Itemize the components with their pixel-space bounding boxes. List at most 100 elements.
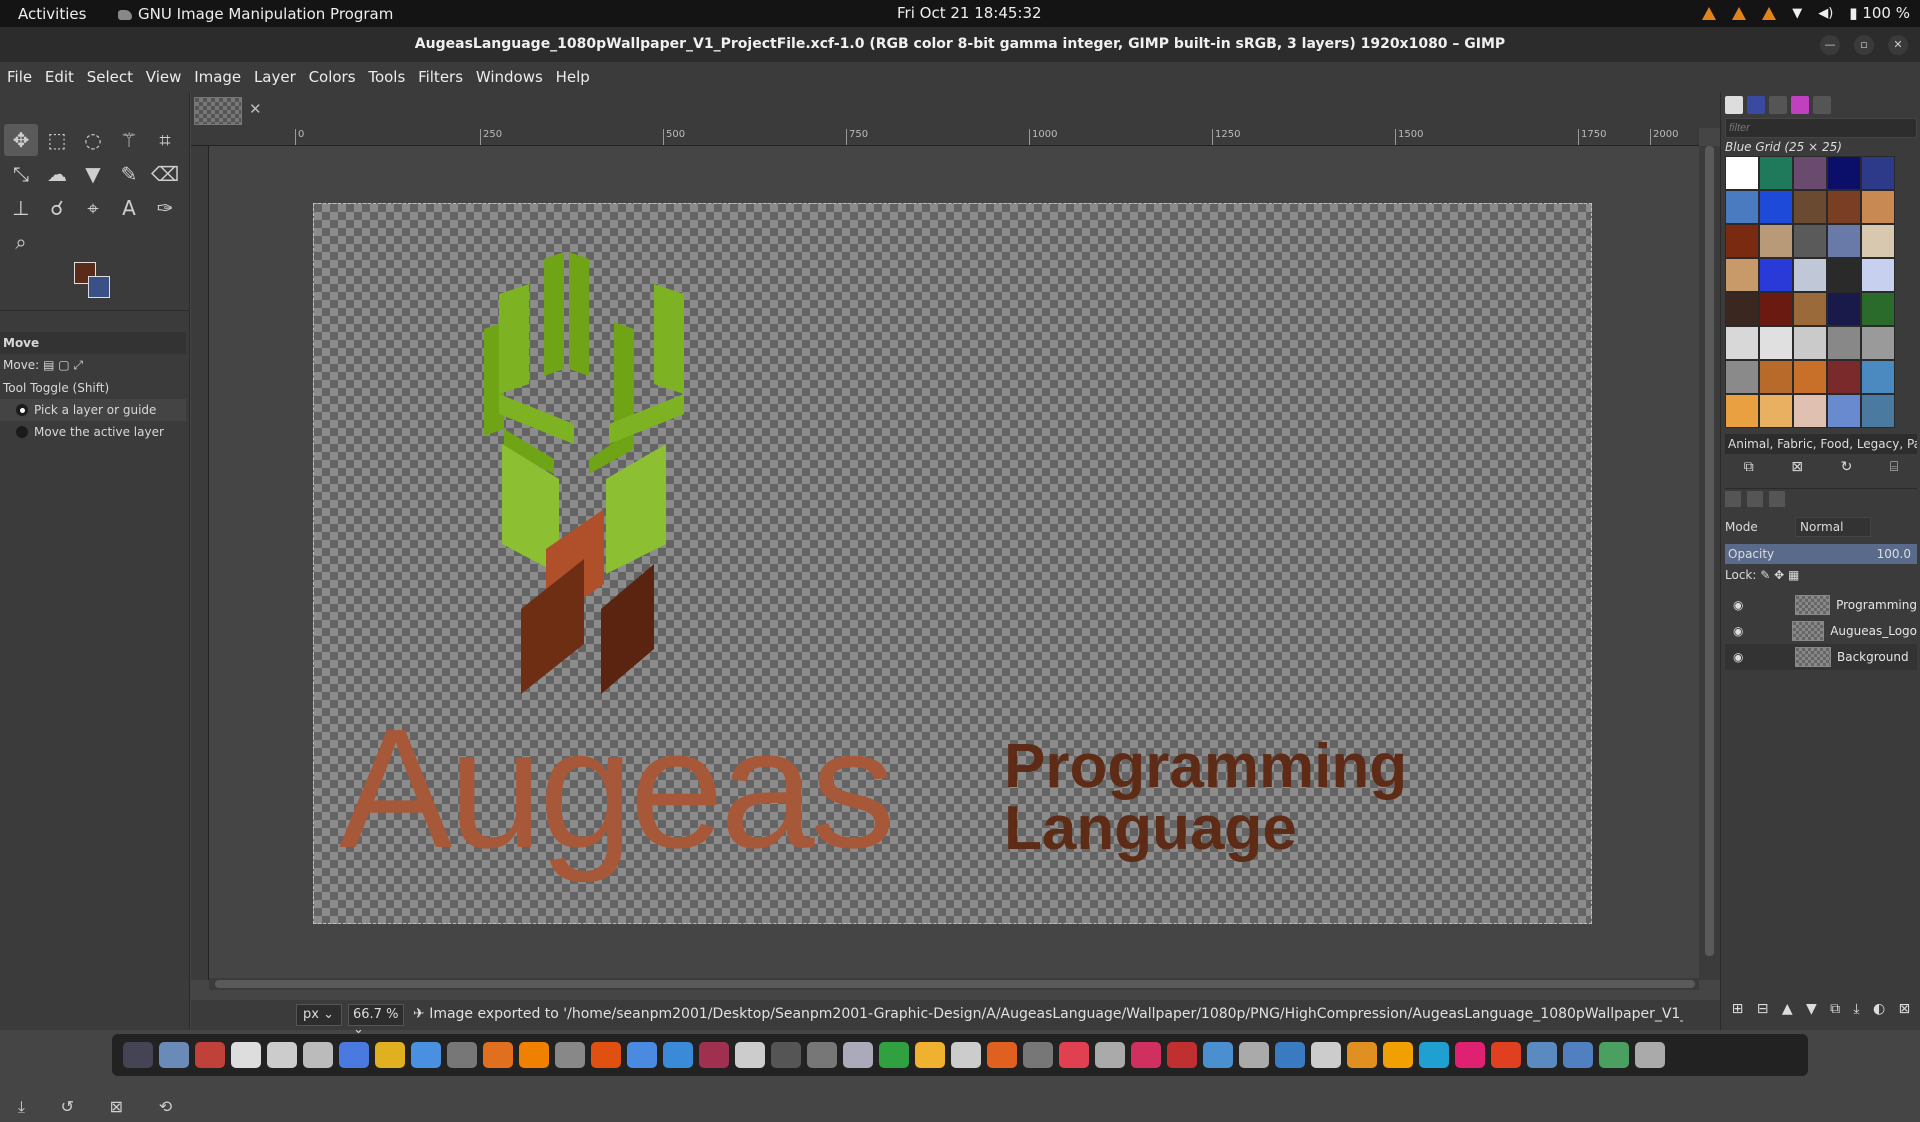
dock-app-icon[interactable] (339, 1042, 369, 1068)
pattern-swatch[interactable] (1759, 326, 1793, 360)
canvas-area[interactable]: 0 250 500 750 1000 1250 1500 1750 2000 A… (191, 128, 1720, 990)
pattern-swatch[interactable] (1725, 224, 1759, 258)
dock-app-icon[interactable] (843, 1042, 873, 1068)
pattern-swatch[interactable] (1793, 258, 1827, 292)
fuzzy-select-tool[interactable]: ⚚ (112, 124, 146, 156)
refresh-icon[interactable]: ↻ (1841, 459, 1853, 475)
pattern-swatch[interactable] (1861, 156, 1895, 190)
visibility-eye-icon[interactable]: ◉ (1733, 598, 1753, 612)
dock-app-icon[interactable] (1563, 1042, 1593, 1068)
dock-app-icon[interactable] (123, 1042, 153, 1068)
dock-app-icon[interactable] (1347, 1042, 1377, 1068)
move-path-icon[interactable]: ⤢ (73, 358, 83, 372)
dock-app-icon[interactable] (627, 1042, 657, 1068)
paintbrush-tool[interactable]: ✎ (112, 158, 146, 190)
dock-app-icon[interactable] (1635, 1042, 1665, 1068)
move-tool[interactable]: ✥ (4, 124, 38, 156)
unit-select[interactable]: px ⌄ (296, 1004, 342, 1026)
free-select-tool[interactable]: ◌ (76, 124, 110, 156)
pattern-filter-input[interactable] (1725, 118, 1917, 138)
patterns-tab[interactable] (1747, 96, 1765, 114)
pattern-swatch[interactable] (1861, 292, 1895, 326)
dock-tabs[interactable] (0, 310, 190, 330)
dock-app-icon[interactable] (735, 1042, 765, 1068)
dock-app-icon[interactable] (267, 1042, 297, 1068)
pattern-swatch[interactable] (1725, 360, 1759, 394)
dock-app-icon[interactable] (1419, 1042, 1449, 1068)
dock-app-icon[interactable] (1059, 1042, 1089, 1068)
pattern-swatch[interactable] (1759, 292, 1793, 326)
pattern-swatch[interactable] (1725, 156, 1759, 190)
image-canvas[interactable]: Augeas Programming Language (313, 203, 1592, 924)
dock-app-icon[interactable] (1491, 1042, 1521, 1068)
clone-tool[interactable]: ⊥ (4, 192, 38, 224)
dock-app-icon[interactable] (879, 1042, 909, 1068)
delete-options-icon[interactable]: ⊠ (110, 1097, 123, 1122)
pattern-swatch[interactable] (1793, 360, 1827, 394)
warning-icon[interactable] (1762, 6, 1777, 20)
pattern-swatch[interactable] (1725, 326, 1759, 360)
dock-app-icon[interactable] (591, 1042, 621, 1068)
pattern-tags-field[interactable]: Animal, Fabric, Food, Legacy, Pa (1725, 434, 1917, 454)
dock-app-icon[interactable] (807, 1042, 837, 1068)
pattern-grid[interactable] (1725, 156, 1895, 428)
pattern-swatch[interactable] (1827, 360, 1861, 394)
menu-colors[interactable]: Colors (309, 62, 356, 86)
pattern-swatch[interactable] (1861, 224, 1895, 258)
dock-app-icon[interactable] (1239, 1042, 1269, 1068)
warp-tool[interactable]: ☁ (40, 158, 74, 190)
dock-app-icon[interactable] (1527, 1042, 1557, 1068)
menu-select[interactable]: Select (87, 62, 133, 86)
merge-down-icon[interactable]: ⤓ (1853, 1001, 1859, 1017)
menu-file[interactable]: File (7, 62, 32, 86)
volume-icon[interactable]: ◀) (1818, 6, 1833, 21)
activities-button[interactable]: Activities (18, 5, 86, 23)
crop-tool[interactable]: ⌗ (148, 124, 182, 156)
bucket-fill-tool[interactable]: ▼ (76, 158, 110, 190)
pattern-swatch[interactable] (1861, 258, 1895, 292)
pattern-swatch[interactable] (1861, 190, 1895, 224)
mode-select[interactable]: Normal (1795, 517, 1871, 537)
duplicate-icon[interactable]: ⧉ (1744, 459, 1754, 475)
lower-layer-icon[interactable]: ▼ (1806, 1001, 1817, 1017)
background-color-swatch[interactable] (88, 276, 110, 298)
rect-select-tool[interactable]: ⬚ (40, 124, 74, 156)
text-tool[interactable]: A (112, 192, 146, 224)
dock-app-icon[interactable] (1167, 1042, 1197, 1068)
reset-options-icon[interactable]: ⟲ (159, 1097, 172, 1122)
paths-tab[interactable] (1769, 491, 1785, 507)
new-group-icon[interactable]: ⊟ (1757, 1001, 1769, 1017)
warning-icon[interactable] (1702, 6, 1717, 20)
pattern-swatch[interactable] (1793, 190, 1827, 224)
dock-app-icon[interactable] (987, 1042, 1017, 1068)
dock-app-icon[interactable] (1599, 1042, 1629, 1068)
system-tray[interactable]: ▼ ◀) ▮ 100 % (1702, 4, 1910, 22)
restore-options-icon[interactable]: ↺ (61, 1097, 74, 1122)
wifi-icon[interactable]: ▼ (1792, 6, 1802, 21)
pattern-swatch[interactable] (1827, 258, 1861, 292)
pattern-swatch[interactable] (1725, 394, 1759, 428)
close-button[interactable]: ✕ (1888, 35, 1908, 55)
app-menu[interactable]: GNU Image Manipulation Program (118, 5, 393, 23)
pattern-swatch[interactable] (1827, 326, 1861, 360)
dock-app-icon[interactable] (1131, 1042, 1161, 1068)
brushes-tab[interactable] (1725, 96, 1743, 114)
dock-app-icon[interactable] (1311, 1042, 1341, 1068)
visibility-eye-icon[interactable]: ◉ (1733, 650, 1753, 664)
delete-layer-icon[interactable]: ⊠ (1899, 1001, 1911, 1017)
save-options-icon[interactable]: ⤓ (18, 1097, 25, 1122)
channels-tab[interactable] (1747, 491, 1763, 507)
dock-app-icon[interactable] (159, 1042, 189, 1068)
dock-app-icon[interactable] (483, 1042, 513, 1068)
horizontal-scrollbar[interactable] (209, 978, 1699, 990)
visibility-eye-icon[interactable]: ◉ (1733, 624, 1750, 638)
mask-icon[interactable]: ◐ (1873, 1001, 1885, 1017)
dock-app-icon[interactable] (195, 1042, 225, 1068)
battery-indicator[interactable]: ▮ 100 % (1849, 4, 1910, 22)
pattern-swatch[interactable] (1827, 292, 1861, 326)
dock-app-icon[interactable] (1203, 1042, 1233, 1068)
move-active-layer-option[interactable]: Move the active layer (0, 421, 186, 443)
smudge-tool[interactable]: ☌ (40, 192, 74, 224)
menu-help[interactable]: Help (556, 62, 590, 86)
color-picker-tool[interactable]: ✑ (148, 192, 182, 224)
